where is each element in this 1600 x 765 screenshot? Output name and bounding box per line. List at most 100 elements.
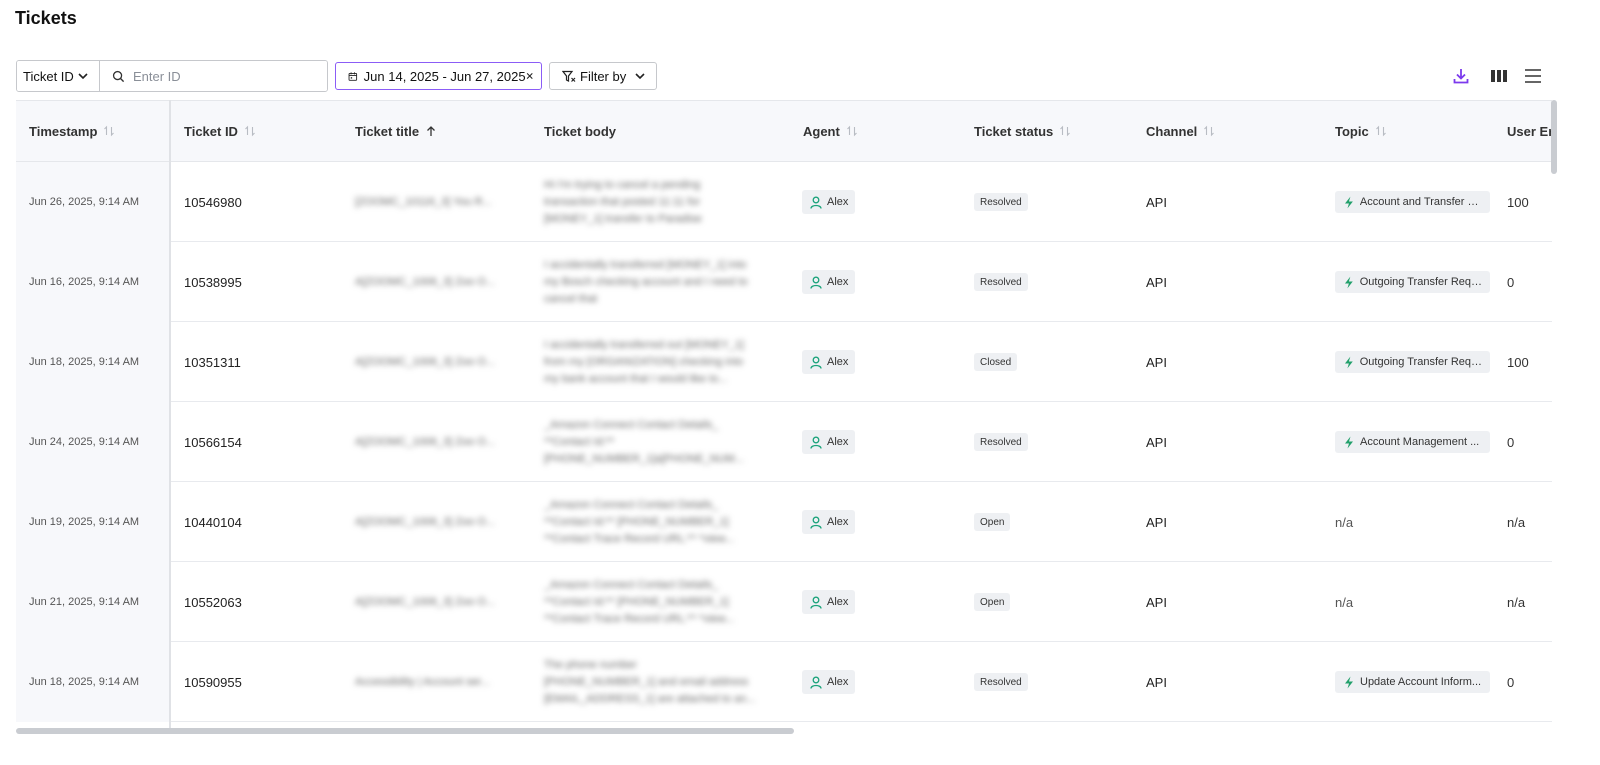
timestamp-cell: Jun 18, 2025, 9:14 AM (16, 642, 169, 722)
column-header-topic[interactable]: Topic (1335, 101, 1387, 161)
ticket-id-cell[interactable]: 10538995 (184, 242, 242, 322)
table-row[interactable]: Jun 18, 2025, 9:14 AM 10351311 A[ZOOMC_100… (16, 322, 1552, 402)
ticket-body-line: [EMAIL_ADDRESS_1] are attached to an... (544, 692, 756, 705)
agent-chip[interactable]: Alex (802, 670, 856, 694)
ticket-body-line: my bank account that I would like to... (544, 372, 728, 385)
chevron-down-icon (78, 73, 88, 80)
channel-cell: API (1146, 274, 1167, 290)
id-type-select[interactable]: Ticket ID (17, 61, 100, 91)
status-cell: Closed (974, 322, 1018, 402)
ticket-body-line: my Bosch checking account and I need to (544, 275, 748, 288)
ticket-title-cell: A[ZOOMC_1006_3] Zoo O... (355, 356, 496, 368)
columns-button[interactable] (1487, 64, 1511, 88)
topic-chip[interactable]: Account and Transfer C... (1335, 191, 1490, 213)
agent-chip[interactable]: Alex (802, 270, 856, 294)
column-header-user-engagement[interactable]: User En (1507, 101, 1552, 161)
sort-icon[interactable] (244, 125, 256, 137)
ticket-id-cell[interactable]: 10546980 (184, 162, 242, 242)
id-search-input[interactable] (133, 68, 313, 84)
column-header-agent[interactable]: Agent (803, 101, 858, 161)
agent-cell: Alex (802, 242, 856, 322)
ticket-id-cell[interactable]: 10351311 (184, 322, 241, 402)
agent-chip[interactable]: Alex (802, 590, 856, 614)
topic-label: Account and Transfer C... (1359, 196, 1483, 208)
table-row[interactable]: Jun 19, 2025, 9:14 AM 10440104 A[ZOOMC_100… (16, 482, 1552, 562)
horizontal-scrollbar[interactable] (16, 728, 794, 734)
topic-label: Outgoing Transfer Requ... (1359, 276, 1483, 288)
status-cell: Open (974, 562, 1011, 642)
user-icon (810, 356, 822, 369)
table-row[interactable]: Jun 24, 2025, 9:14 AM 10566154 A[ZOOMC_100… (16, 402, 1552, 482)
table-row[interactable]: Jun 16, 2025, 9:14 AM 10538995 A[ZOOMC_100… (16, 242, 1552, 322)
filter-toolbar: Ticket ID Jun 14, 2025 - Jun 27, 2025 Fi… (16, 60, 657, 92)
header-label: Ticket status (974, 123, 1054, 139)
user-engagement-cell: 100 (1507, 194, 1529, 210)
arrow-up-icon[interactable] (425, 125, 437, 137)
sort-icon[interactable] (103, 125, 115, 137)
agent-cell: Alex (802, 642, 856, 722)
ticket-id-cell[interactable]: 10566154 (184, 402, 242, 482)
table-header: Timestamp Ticket ID Ticket title Ticket … (16, 100, 1552, 162)
user-icon (810, 436, 822, 449)
header-label: Ticket title (355, 123, 420, 139)
status-badge: Resolved (974, 673, 1028, 691)
agent-name: Alex (827, 276, 849, 288)
density-button[interactable] (1521, 64, 1545, 88)
column-header-ticket-status[interactable]: Ticket status (974, 101, 1071, 161)
table-row[interactable]: Jun 18, 2025, 9:14 AM 10590955 Accessibili… (16, 642, 1552, 722)
channel-cell: API (1146, 434, 1167, 450)
date-range-picker[interactable]: Jun 14, 2025 - Jun 27, 2025 (335, 62, 542, 90)
user-icon (810, 276, 822, 289)
timestamp-cell: Jun 19, 2025, 9:14 AM (16, 482, 169, 562)
column-header-channel[interactable]: Channel (1146, 101, 1215, 161)
status-cell: Resolved (974, 162, 1028, 242)
status-badge: Closed (974, 353, 1018, 371)
column-header-ticket-title[interactable]: Ticket title (355, 101, 437, 161)
filter-by-button[interactable]: Filter by (549, 62, 657, 90)
agent-chip[interactable]: Alex (802, 430, 856, 454)
topic-chip[interactable]: Update Account Inform... (1335, 671, 1490, 693)
sort-icon[interactable] (1203, 125, 1215, 137)
status-cell: Resolved (974, 242, 1028, 322)
timestamp-cell: Jun 16, 2025, 9:14 AM (16, 242, 169, 322)
frozen-column-divider (169, 100, 171, 728)
agent-chip[interactable]: Alex (802, 350, 856, 374)
sort-icon[interactable] (846, 125, 858, 137)
table-row[interactable]: Jun 26, 2025, 9:14 AM 10546980 [ZOOMC_1011… (16, 162, 1552, 242)
vertical-scrollbar[interactable] (1551, 100, 1557, 174)
ticket-body-line: from my [ORGANIZATION] checking into (544, 355, 744, 368)
agent-chip[interactable]: Alex (802, 190, 856, 214)
header-label: Topic (1335, 123, 1369, 139)
close-icon[interactable] (526, 71, 533, 81)
ticket-id-cell[interactable]: 10440104 (184, 482, 242, 562)
column-header-timestamp[interactable]: Timestamp (29, 101, 115, 161)
ticket-body-cell: _Amazon Connect Contact Details_ **Contac… (544, 402, 776, 482)
sort-icon[interactable] (1375, 125, 1387, 137)
channel-cell: API (1146, 594, 1167, 610)
bolt-icon (1345, 436, 1353, 448)
ticket-body-cell: Hi I'm trying to cancel a pending transac… (544, 162, 776, 242)
ticket-body-line: _Amazon Connect Contact Details_ (544, 578, 719, 591)
status-cell: Open (974, 482, 1011, 562)
ticket-title-cell: A[ZOOMC_1006_3] Zoo O... (355, 596, 496, 608)
download-button[interactable] (1449, 64, 1473, 88)
sort-icon[interactable] (1059, 125, 1071, 137)
column-header-ticket-id[interactable]: Ticket ID (184, 101, 256, 161)
status-badge: Resolved (974, 193, 1028, 211)
topic-chip[interactable]: Outgoing Transfer Requ... (1335, 351, 1490, 373)
topic-cell: Account Management ... (1335, 402, 1490, 482)
topic-chip[interactable]: Outgoing Transfer Requ... (1335, 271, 1490, 293)
header-label: Ticket ID (184, 123, 238, 139)
ticket-body-line: [PHONE_NUMBER_1] and email address (544, 675, 749, 688)
header-label: Ticket body (544, 123, 617, 139)
ticket-id-cell[interactable]: 10590955 (184, 642, 242, 722)
ticket-id-cell[interactable]: 10552063 (184, 562, 242, 642)
ticket-body-line: **Contact Trace Record URL:** *view... (544, 612, 735, 625)
topic-chip[interactable]: Account Management ... (1335, 431, 1490, 453)
tickets-table: Timestamp Ticket ID Ticket title Ticket … (16, 100, 1552, 728)
ticket-body-line: [PHONE_NUMBER_1]a[PHONE_NUM... (544, 452, 744, 465)
table-row[interactable]: Jun 21, 2025, 9:14 AM 10552063 A[ZOOMC_100… (16, 562, 1552, 642)
agent-chip[interactable]: Alex (802, 510, 856, 534)
timestamp-cell: Jun 24, 2025, 9:14 AM (16, 402, 169, 482)
ticket-body-line: cancel that (544, 292, 598, 305)
